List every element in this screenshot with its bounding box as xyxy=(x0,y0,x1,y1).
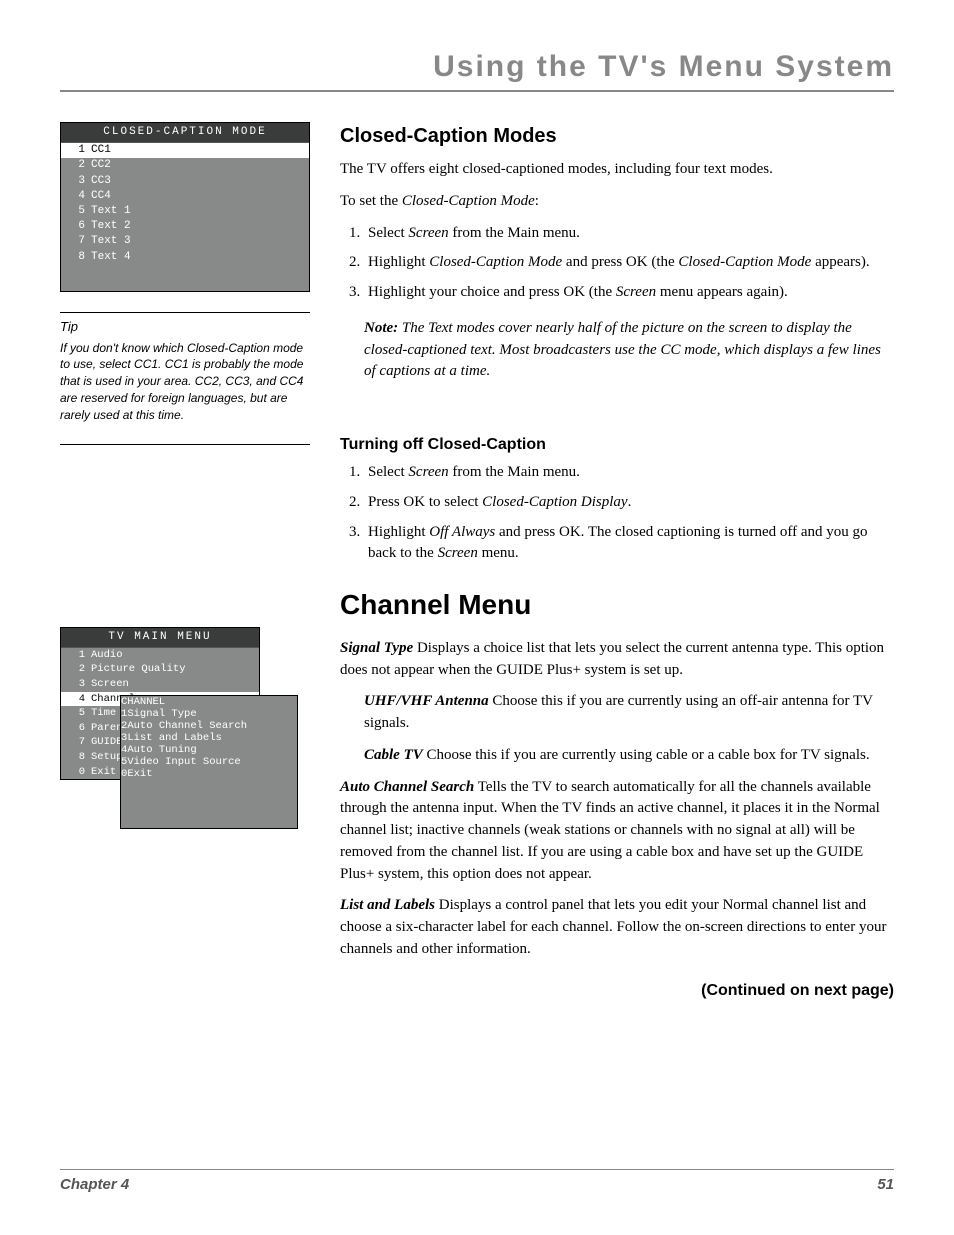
body-text: To set the Closed-Caption Mode: xyxy=(340,191,894,213)
tip-rule-top xyxy=(60,312,310,313)
menu-item: 1Signal Type xyxy=(121,708,297,720)
channel-submenu-screenshot: CHANNEL 1Signal Type2Auto Channel Search… xyxy=(120,695,298,829)
menu-item: 3CC3 xyxy=(61,174,309,189)
steps-list: Select Screen from the Main menu. Press … xyxy=(340,462,894,565)
page-header: Using the TV's Menu System xyxy=(60,50,894,92)
menu-item: 1Audio xyxy=(61,648,259,663)
menu-item: 6Text 2 xyxy=(61,219,309,234)
step: Select Screen from the Main menu. xyxy=(364,462,894,484)
menu-item: 8Text 4 xyxy=(61,250,309,265)
step: Select Screen from the Main menu. xyxy=(364,223,894,245)
left-column: CLOSED-CAPTION MODE 1CC12CC23CC34CC45Tex… xyxy=(60,122,310,1002)
menu-item: 0Exit xyxy=(121,768,297,780)
menu-item: 3List and Labels xyxy=(121,732,297,744)
page-footer: Chapter 4 51 xyxy=(60,1169,894,1193)
menu-title: TV MAIN MENU xyxy=(61,628,259,648)
menu-title: CHANNEL xyxy=(121,696,297,708)
main-menu-screenshot: TV MAIN MENU 1Audio2Picture Quality3Scre… xyxy=(60,627,310,781)
menu-item: 5Video Input Source xyxy=(121,756,297,768)
menu-item: 2CC2 xyxy=(61,158,309,173)
tip-body: If you don't know which Closed-Caption m… xyxy=(60,340,310,424)
cc-mode-menu-screenshot: CLOSED-CAPTION MODE 1CC12CC23CC34CC45Tex… xyxy=(60,122,310,292)
step: Highlight your choice and press OK (the … xyxy=(364,282,894,304)
chapter-label: Chapter 4 xyxy=(60,1176,129,1193)
body-text: List and Labels Displays a control panel… xyxy=(340,895,894,960)
page-number: 51 xyxy=(877,1176,894,1193)
body-text: Auto Channel Search Tells the TV to sear… xyxy=(340,777,894,886)
body-text: Cable TV Choose this if you are currentl… xyxy=(364,745,894,767)
menu-item: 4CC4 xyxy=(61,189,309,204)
heading-turn-off-cc: Turning off Closed-Caption xyxy=(340,433,894,456)
menu-item: 5Text 1 xyxy=(61,204,309,219)
tip-rule-bottom xyxy=(60,444,310,445)
step: Highlight Off Always and press OK. The c… xyxy=(364,522,894,566)
menu-item: 1CC1 xyxy=(61,143,309,158)
menu-item: 2Picture Quality xyxy=(61,662,259,677)
body-text: UHF/VHF Antenna Choose this if you are c… xyxy=(364,691,894,735)
step: Press OK to select Closed-Caption Displa… xyxy=(364,492,894,514)
menu-title: CLOSED-CAPTION MODE xyxy=(61,123,309,143)
body-text: Signal Type Displays a choice list that … xyxy=(340,638,894,682)
menu-item: 4Auto Tuning xyxy=(121,744,297,756)
tip-label: Tip xyxy=(60,319,310,334)
continued-label: (Continued on next page) xyxy=(340,979,894,1002)
note: Note: The Text modes cover nearly half o… xyxy=(364,318,894,383)
main-content: Closed-Caption Modes The TV offers eight… xyxy=(340,122,894,1002)
body-text: The TV offers eight closed-captioned mod… xyxy=(340,159,894,181)
menu-item: 7Text 3 xyxy=(61,234,309,249)
steps-list: Select Screen from the Main menu. Highli… xyxy=(340,223,894,304)
heading-cc-modes: Closed-Caption Modes xyxy=(340,122,894,151)
menu-item: 2Auto Channel Search xyxy=(121,720,297,732)
step: Highlight Closed-Caption Mode and press … xyxy=(364,252,894,274)
heading-channel-menu: Channel Menu xyxy=(340,585,894,626)
menu-item: 3Screen xyxy=(61,677,259,692)
